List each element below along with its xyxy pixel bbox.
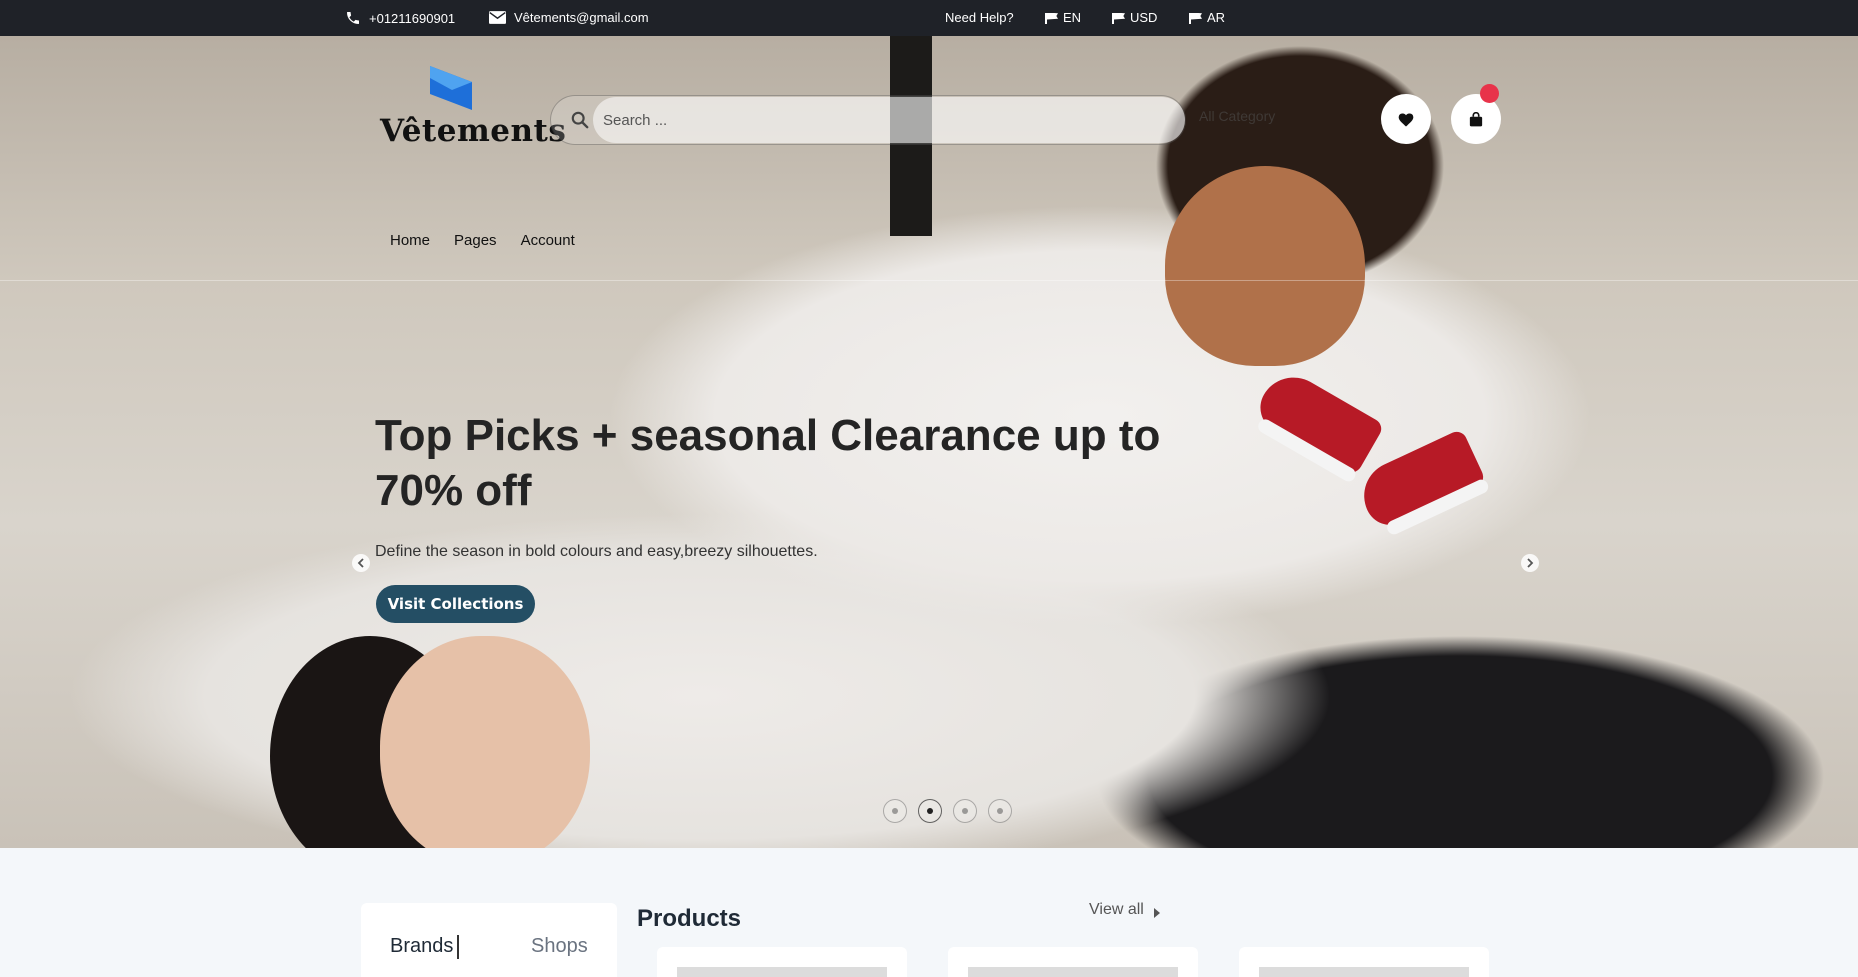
wishlist-button[interactable] [1381,94,1431,144]
flag-icon [1045,12,1057,24]
search-icon[interactable] [571,111,589,129]
phone-number: +01211690901 [369,10,456,26]
slider-prev-button[interactable] [352,554,370,572]
logo-mark-icon [430,66,472,110]
tab-shops[interactable]: Shops [531,935,588,958]
product-image-placeholder [677,967,887,977]
slider-dot[interactable] [953,799,977,823]
hero-subline: Define the season in bold colours and ea… [375,543,818,560]
visit-collections-button[interactable]: Visit Collections [376,585,535,623]
product-card[interactable] [1239,947,1489,977]
product-image-placeholder [968,967,1178,977]
menu-item-account[interactable]: Account [521,232,575,249]
mail-icon [489,11,506,24]
flag-icon [1189,12,1201,24]
heart-icon [1398,112,1414,126]
language-alt-label: AR [1207,10,1226,25]
bag-icon [1469,111,1483,126]
tab-divider [457,935,459,959]
logo-text[interactable]: Vêtements [380,113,566,149]
help-link[interactable]: Need Help? [945,10,1014,25]
category-select[interactable]: All Category [1199,108,1275,124]
phone-contact[interactable]: +01211690901 [345,10,455,26]
email-contact[interactable]: Vêtements@gmail.com [489,10,649,25]
tab-brands[interactable]: Brands [390,935,453,958]
view-all-label: View all [1089,901,1144,918]
cart-badge [1480,84,1499,103]
product-card[interactable] [657,947,907,977]
slider-dot-active[interactable] [918,799,942,823]
brands-shops-tabs: Brands Shops [361,903,617,977]
nav-divider [0,280,1858,281]
currency-select[interactable]: USD [1112,10,1157,25]
hero-headline: Top Picks + seasonal Clearance up to 70%… [375,411,1161,515]
chevron-left-icon [357,558,364,568]
product-image-placeholder [1259,967,1469,977]
language-select-ar[interactable]: AR [1189,10,1225,25]
search-input[interactable] [593,97,1185,143]
menu-item-pages[interactable]: Pages [454,232,497,249]
view-all-link[interactable]: View all [1089,901,1160,919]
language-select-en[interactable]: EN [1045,10,1081,25]
products-title: Products [637,905,742,932]
search-bar [550,95,1186,145]
slider-dot[interactable] [988,799,1012,823]
slider-dots [883,799,1012,823]
flag-icon [1112,12,1124,24]
top-bar: +01211690901 Vêtements@gmail.com Need He… [0,0,1858,36]
product-card[interactable] [948,947,1198,977]
phone-icon [347,12,359,24]
hero-image-detail [1251,365,1385,477]
email-address: Vêtements@gmail.com [514,10,649,25]
currency-label: USD [1130,10,1158,25]
language-label: EN [1063,10,1082,25]
hero-image-detail [380,636,590,848]
slider-next-button[interactable] [1521,554,1539,572]
chevron-right-icon [1527,558,1534,568]
hero-image-detail [1165,166,1365,366]
menu-item-home[interactable]: Home [390,232,430,249]
main-menu: Home Pages Account [390,232,575,249]
caret-right-icon [1153,908,1160,918]
help-label: Need Help? [945,10,1014,25]
slider-dot[interactable] [883,799,907,823]
